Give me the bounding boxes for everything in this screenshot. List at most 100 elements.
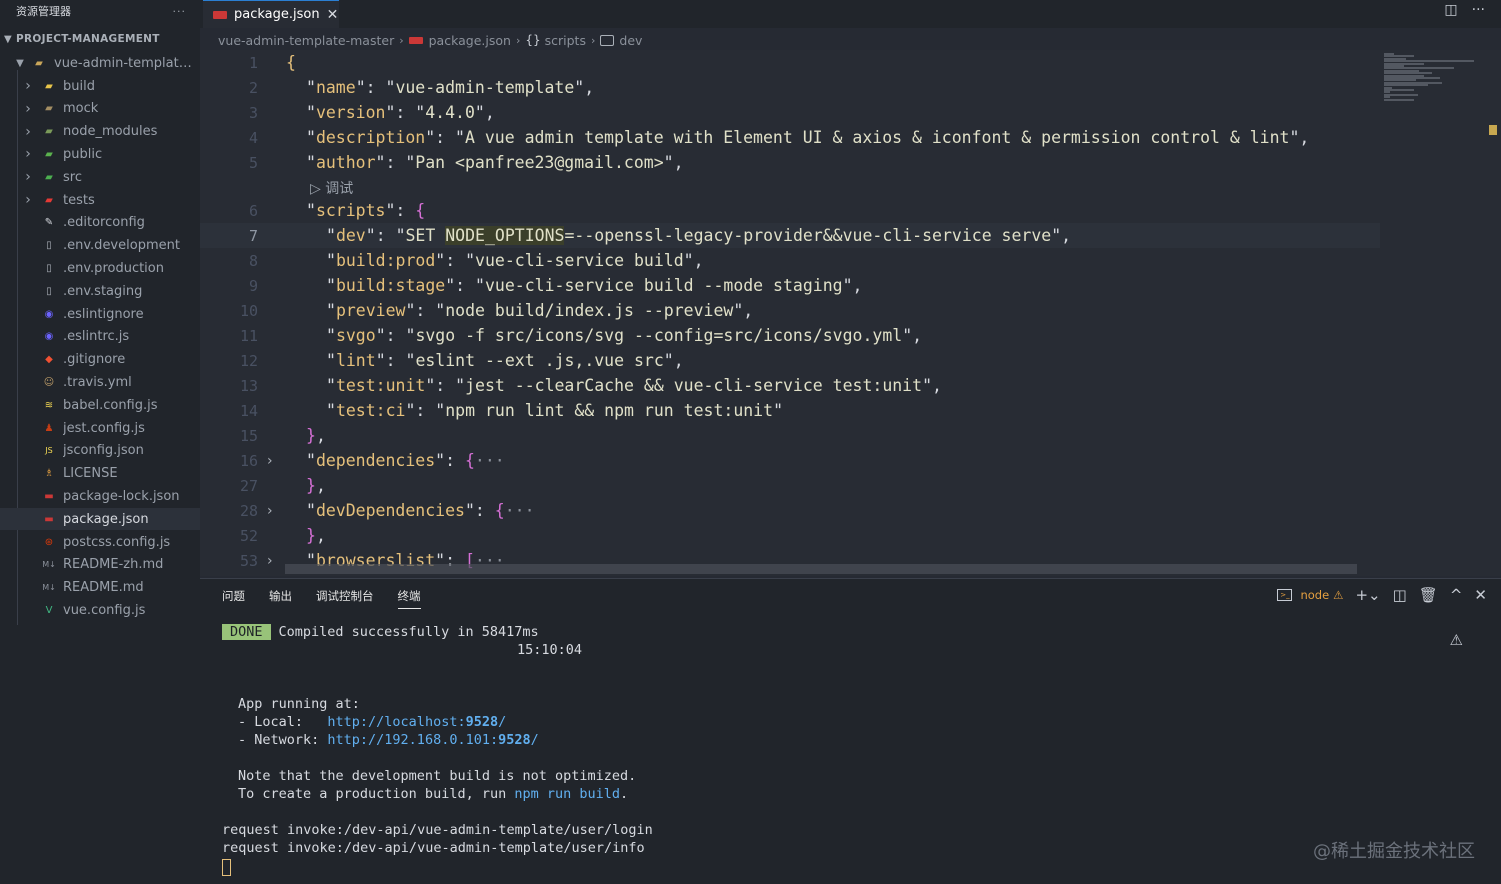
file-icon: ▯ — [46, 285, 52, 297]
tree-item-label: mock — [63, 101, 99, 117]
tree-item-tests[interactable]: › ▰ tests — [0, 189, 200, 211]
code-line[interactable]: 14 "test:ci": "npm run lint && npm run te… — [200, 398, 1380, 423]
code-line[interactable]: 5 "author": "Pan <panfree23@gmail.com>", — [200, 150, 1380, 175]
horizontal-scrollbar[interactable] — [285, 564, 1357, 574]
fold-chevron-icon[interactable]: › — [267, 503, 273, 519]
network-url[interactable]: http://192.168.0.101:9528/ — [327, 732, 538, 748]
tree-item-gitignore[interactable]: ◆ .gitignore — [0, 349, 200, 371]
line-number: 9 — [248, 276, 258, 295]
code-line[interactable]: 10 "preview": "node build/index.js --prev… — [200, 298, 1380, 323]
codelens-debug[interactable]: ▷ 调试 — [200, 175, 1380, 200]
code-line[interactable]: 16 › "dependencies": {··· — [200, 448, 1380, 473]
explorer-header: 资源管理器 ··· — [0, 0, 200, 22]
tree-item-package-lock-json[interactable]: ▬ package-lock.json — [0, 485, 200, 507]
tree-item-babel-config-js[interactable]: ≋ babel.config.js — [0, 394, 200, 416]
vertical-scrollbar[interactable] — [1488, 50, 1501, 576]
tab-problems[interactable]: 问题 — [222, 588, 245, 609]
code-line[interactable]: 4 "description": "A vue admin template wi… — [200, 125, 1380, 150]
line-number: 13 — [239, 376, 258, 395]
code-line[interactable]: 11 "svgo": "svgo -f src/icons/svg --confi… — [200, 323, 1380, 348]
tab-package-json[interactable]: package.json ✕ — [203, 0, 339, 28]
line-number: 16 — [239, 451, 258, 470]
tab-output[interactable]: 输出 — [269, 588, 292, 609]
tree-item-vue-config-js[interactable]: Vvue.config.js — [0, 599, 200, 621]
project-section-header[interactable]: ▼ PROJECT-MANAGEMENT — [0, 30, 200, 48]
tree-item-env-development[interactable]: ▯ .env.development — [0, 235, 200, 257]
tree-item-eslintrc-js[interactable]: ◉ .eslintrc.js — [0, 326, 200, 348]
breadcrumb-dev[interactable]: dev — [619, 33, 642, 48]
tree-item-label: README-zh.md — [63, 557, 164, 573]
tree-item-jsconfig-json[interactable]: JS jsconfig.json — [0, 440, 200, 462]
tree-item-license[interactable]: ♗ LICENSE — [0, 463, 200, 485]
terminal-selector[interactable]: >_ node ⚠ — [1277, 588, 1343, 602]
chevron-right-icon: › — [25, 192, 31, 208]
code-line[interactable]: 52}, — [200, 523, 1380, 548]
tab-debug-console[interactable]: 调试控制台 — [316, 588, 374, 609]
tree-item-jest-config-js[interactable]: ♟ jest.config.js — [0, 417, 200, 439]
code-text: }, — [306, 426, 326, 445]
tree-item-build[interactable]: › ▰ build — [0, 75, 200, 97]
line-number: 53 — [239, 551, 258, 570]
folder-yellow-icon: ▰ — [45, 80, 53, 92]
maximize-panel-icon[interactable]: ^ — [1450, 586, 1463, 604]
code-text: "lint": "eslint --ext .js,.vue src", — [326, 351, 684, 370]
tree-item-eslintignore[interactable]: ◉ .eslintignore — [0, 303, 200, 325]
tree-item-label: package-lock.json — [63, 488, 180, 504]
local-label: - Local: — [238, 714, 328, 730]
tree-item-postcss-config-js[interactable]: ⊛ postcss.config.js — [0, 531, 200, 553]
code-line[interactable]: 7 "dev": "SET NODE_OPTIONS=--openssl-lega… — [200, 223, 1380, 248]
tree-item-env-production[interactable]: ▯ .env.production — [0, 257, 200, 279]
code-editor[interactable]: 1{2 "name": "vue-admin-template", 3 "versio… — [200, 50, 1380, 576]
code-line[interactable]: 2 "name": "vue-admin-template", — [200, 75, 1380, 100]
split-terminal-icon[interactable]: ◫ — [1393, 586, 1407, 604]
code-line[interactable]: 3 "version": "4.4.0", — [200, 100, 1380, 125]
line-number: 7 — [248, 226, 258, 245]
tree-item-readme-zh-md[interactable]: M↓ README-zh.md — [0, 554, 200, 576]
code-text: "build:prod": "vue-cli-service build", — [326, 251, 704, 270]
tree-item-travis-yml[interactable]: ☺ .travis.yml — [0, 371, 200, 393]
close-panel-icon[interactable]: ✕ — [1474, 586, 1487, 604]
tree-item-label: src — [63, 169, 82, 185]
tree-item-public[interactable]: › ▰ public — [0, 143, 200, 165]
code-line[interactable]: 27}, — [200, 473, 1380, 498]
tree-item-env-staging[interactable]: ▯ .env.staging — [0, 280, 200, 302]
explorer-more-button[interactable]: ··· — [173, 5, 187, 18]
code-line[interactable]: 28 › "devDependencies": {··· — [200, 498, 1380, 523]
code-line[interactable]: 13 "test:unit": "jest --clearCache && vue… — [200, 373, 1380, 398]
bottom-panel: 问题 输出 调试控制台 终端 >_ node ⚠ +⌄ ◫ 🗑 ^ ✕ ⚠ DONE C… — [200, 578, 1501, 884]
eslint-icon: ◉ — [44, 331, 54, 343]
tree-item-label: LICENSE — [63, 466, 118, 482]
tab-terminal[interactable]: 终端 — [397, 588, 421, 609]
fold-chevron-icon[interactable]: › — [267, 553, 273, 569]
breadcrumb-scripts[interactable]: scripts — [545, 33, 586, 48]
warning-icon[interactable]: ⚠ — [1450, 631, 1463, 649]
more-actions-icon[interactable]: ··· — [1472, 2, 1485, 18]
tree-root-folder[interactable]: ▼ ▰ vue-admin-template-... — [0, 52, 200, 74]
code-line[interactable]: 1{ — [200, 50, 1380, 75]
tree-item-src[interactable]: › ▰ src — [0, 166, 200, 188]
code-line[interactable]: 15}, — [200, 423, 1380, 448]
code-text: "svgo": "svgo -f src/icons/svg --config=… — [326, 326, 923, 345]
breadcrumb-root[interactable]: vue-admin-template-master — [218, 33, 394, 48]
local-url[interactable]: http://localhost:9528/ — [327, 714, 506, 730]
new-terminal-icon[interactable]: +⌄ — [1355, 586, 1380, 604]
npm-icon: ▬ — [44, 513, 54, 525]
tree-item-editorconfig[interactable]: ✎ .editorconfig — [0, 212, 200, 234]
code-line[interactable]: 6 "scripts": { — [200, 198, 1380, 223]
fold-chevron-icon[interactable]: › — [267, 453, 273, 469]
code-line[interactable]: 8 "build:prod": "vue-cli-service build", — [200, 248, 1380, 273]
split-editor-icon[interactable]: ◫ — [1444, 2, 1457, 18]
tree-item-mock[interactable]: › ▰ mock — [0, 98, 200, 120]
code-line[interactable]: 12 "lint": "eslint --ext .js,.vue src", — [200, 348, 1380, 373]
breadcrumb-file[interactable]: package.json — [429, 33, 511, 48]
eslint-icon: ◉ — [44, 308, 54, 320]
code-line[interactable]: 9 "build:stage": "vue-cli-service build -… — [200, 273, 1380, 298]
minimap[interactable] — [1380, 50, 1488, 576]
code-text: "scripts": { — [306, 201, 426, 220]
license-icon: ♗ — [44, 468, 54, 480]
tree-item-package-json[interactable]: ▬ package.json — [0, 508, 200, 531]
tree-item-node-modules[interactable]: › ▰ node_modules — [0, 121, 200, 143]
trash-icon[interactable]: 🗑 — [1419, 586, 1438, 604]
close-icon[interactable]: ✕ — [327, 7, 339, 23]
tree-item-readme-md[interactable]: M↓ README.md — [0, 577, 200, 599]
